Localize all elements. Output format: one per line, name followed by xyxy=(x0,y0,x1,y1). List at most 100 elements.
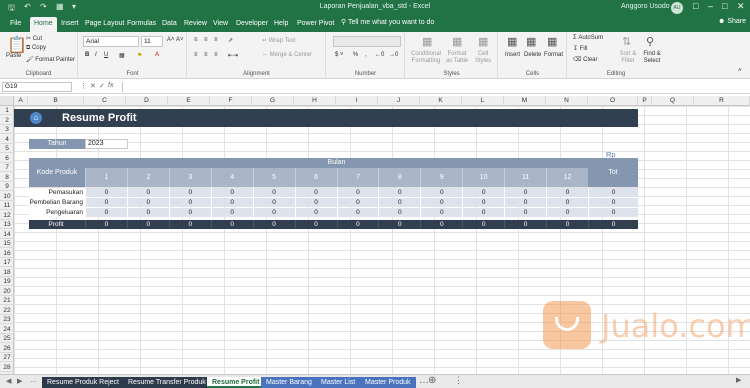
insert-cells-button[interactable]: Insert xyxy=(505,52,520,58)
scroll-right-icon[interactable]: ▶ xyxy=(736,376,741,384)
insert-function-icon[interactable]: fx xyxy=(108,82,113,89)
column-header[interactable]: Q xyxy=(652,96,694,106)
value-cell[interactable]: 0 xyxy=(378,198,420,207)
align-right-icon[interactable]: ≡ xyxy=(214,52,218,58)
ribbon-display-icon[interactable]: □ xyxy=(693,1,698,11)
row-header[interactable]: 19 xyxy=(0,277,14,286)
value-cell[interactable]: 0 xyxy=(126,220,169,229)
row-header[interactable]: 12 xyxy=(0,211,14,220)
total-cell[interactable]: 0 xyxy=(588,220,638,229)
sheet-tab[interactable]: Master Barang xyxy=(261,377,317,388)
value-cell[interactable]: 0 xyxy=(85,198,127,207)
row-header[interactable]: 4 xyxy=(0,135,14,144)
paste-button[interactable]: Paste xyxy=(6,53,21,59)
tab-file[interactable]: File xyxy=(6,17,25,32)
name-box-dropdown-icon[interactable]: ⋮ xyxy=(80,82,87,90)
find-select-icon[interactable]: ⚲ xyxy=(646,35,654,48)
value-cell[interactable]: 0 xyxy=(504,208,546,217)
value-cell[interactable]: 0 xyxy=(210,198,253,207)
grow-font-icon[interactable]: A˄ xyxy=(167,37,175,43)
value-cell[interactable]: 0 xyxy=(126,208,169,217)
italic-icon[interactable]: I xyxy=(95,52,97,58)
format-cells-button[interactable]: Format xyxy=(544,52,563,58)
tab-insert[interactable]: Insert xyxy=(57,17,83,32)
conditional-formatting-button[interactable]: Conditional Formatting xyxy=(410,51,442,65)
minimize-icon[interactable]: – xyxy=(708,1,713,11)
row-header[interactable]: 10 xyxy=(0,192,14,201)
sheet-tab[interactable]: Resume Transfer Produk xyxy=(123,377,211,388)
sort-filter-icon[interactable]: ⇅ xyxy=(622,35,631,48)
currency-icon[interactable]: $ ˅ xyxy=(335,52,344,58)
value-cell[interactable]: 0 xyxy=(504,220,546,229)
value-cell[interactable]: 0 xyxy=(504,198,546,207)
add-sheet-icon[interactable]: ⊕ xyxy=(428,375,436,386)
column-header[interactable]: G xyxy=(252,96,294,106)
more-sheets-icon[interactable]: … xyxy=(30,377,37,384)
row-header[interactable]: 18 xyxy=(0,268,14,277)
value-cell[interactable]: 0 xyxy=(420,198,462,207)
value-cell[interactable]: 0 xyxy=(252,208,295,217)
format-as-table-icon[interactable]: ▦ xyxy=(452,35,462,48)
row-header[interactable]: 15 xyxy=(0,239,14,248)
value-cell[interactable]: 0 xyxy=(378,188,420,197)
row-header[interactable]: 16 xyxy=(0,249,14,258)
cell-styles-icon[interactable]: ▦ xyxy=(478,35,488,48)
row-header[interactable]: 11 xyxy=(0,201,14,210)
value-cell[interactable]: 0 xyxy=(294,220,337,229)
font-name-select[interactable]: Arial xyxy=(83,36,139,47)
formula-input[interactable] xyxy=(122,82,746,92)
next-sheet-icon[interactable]: ▶ xyxy=(17,377,22,385)
sheet-tab[interactable]: Master List xyxy=(316,377,361,388)
tab-help[interactable]: Help xyxy=(270,17,292,32)
total-cell[interactable]: 0 xyxy=(588,188,638,197)
row-header[interactable]: 2 xyxy=(0,116,14,125)
row-header[interactable]: 22 xyxy=(0,306,14,315)
column-header[interactable]: M xyxy=(504,96,546,106)
merge-center-button[interactable]: ⇔ Merge & Center xyxy=(262,52,312,58)
copy-button[interactable]: ⧉ Copy xyxy=(26,45,46,52)
tab-formulas[interactable]: Formulas xyxy=(123,17,160,32)
prev-sheet-icon[interactable]: ◀ xyxy=(6,377,11,385)
tab-view[interactable]: View xyxy=(209,17,232,32)
value-cell[interactable]: 0 xyxy=(420,188,462,197)
user-name[interactable]: Anggoro Usodo xyxy=(621,3,670,10)
row-header[interactable]: 25 xyxy=(0,334,14,343)
total-cell[interactable]: 0 xyxy=(588,198,638,207)
value-cell[interactable]: 0 xyxy=(336,188,379,197)
value-cell[interactable]: 0 xyxy=(336,220,379,229)
value-cell[interactable]: 0 xyxy=(85,220,127,229)
row-header[interactable]: 28 xyxy=(0,363,14,372)
value-cell[interactable]: 0 xyxy=(546,188,588,197)
value-cell[interactable]: 0 xyxy=(420,220,462,229)
share-button[interactable]: ☻ Share xyxy=(718,18,746,25)
value-cell[interactable]: 0 xyxy=(210,208,253,217)
row-header[interactable]: 5 xyxy=(0,144,14,153)
column-header[interactable]: E xyxy=(168,96,210,106)
row-header[interactable]: 24 xyxy=(0,325,14,334)
percent-icon[interactable]: % xyxy=(353,52,358,58)
number-format-select[interactable] xyxy=(333,36,401,47)
column-header[interactable]: O xyxy=(588,96,638,106)
value-cell[interactable]: 0 xyxy=(336,208,379,217)
value-cell[interactable]: 0 xyxy=(168,188,211,197)
value-cell[interactable]: 0 xyxy=(168,198,211,207)
total-cell[interactable]: 0 xyxy=(588,208,638,217)
row-header[interactable]: 20 xyxy=(0,287,14,296)
value-cell[interactable]: 0 xyxy=(462,208,504,217)
value-cell[interactable]: 0 xyxy=(462,220,504,229)
sheet-tab-active[interactable]: Resume Profit xyxy=(207,377,265,388)
value-cell[interactable]: 0 xyxy=(126,188,169,197)
column-header[interactable]: H xyxy=(294,96,336,106)
column-header[interactable]: N xyxy=(546,96,588,106)
value-cell[interactable]: 0 xyxy=(85,188,127,197)
find-select-button[interactable]: Find & Select xyxy=(640,51,664,65)
row-header[interactable]: 23 xyxy=(0,315,14,324)
maximize-icon[interactable]: □ xyxy=(722,1,727,11)
value-cell[interactable]: 0 xyxy=(252,220,295,229)
column-header[interactable]: R xyxy=(694,96,750,106)
row-header[interactable]: 13 xyxy=(0,220,14,229)
value-cell[interactable]: 0 xyxy=(546,208,588,217)
value-cell[interactable]: 0 xyxy=(546,198,588,207)
row-header[interactable]: 21 xyxy=(0,296,14,305)
value-cell[interactable]: 0 xyxy=(252,188,295,197)
